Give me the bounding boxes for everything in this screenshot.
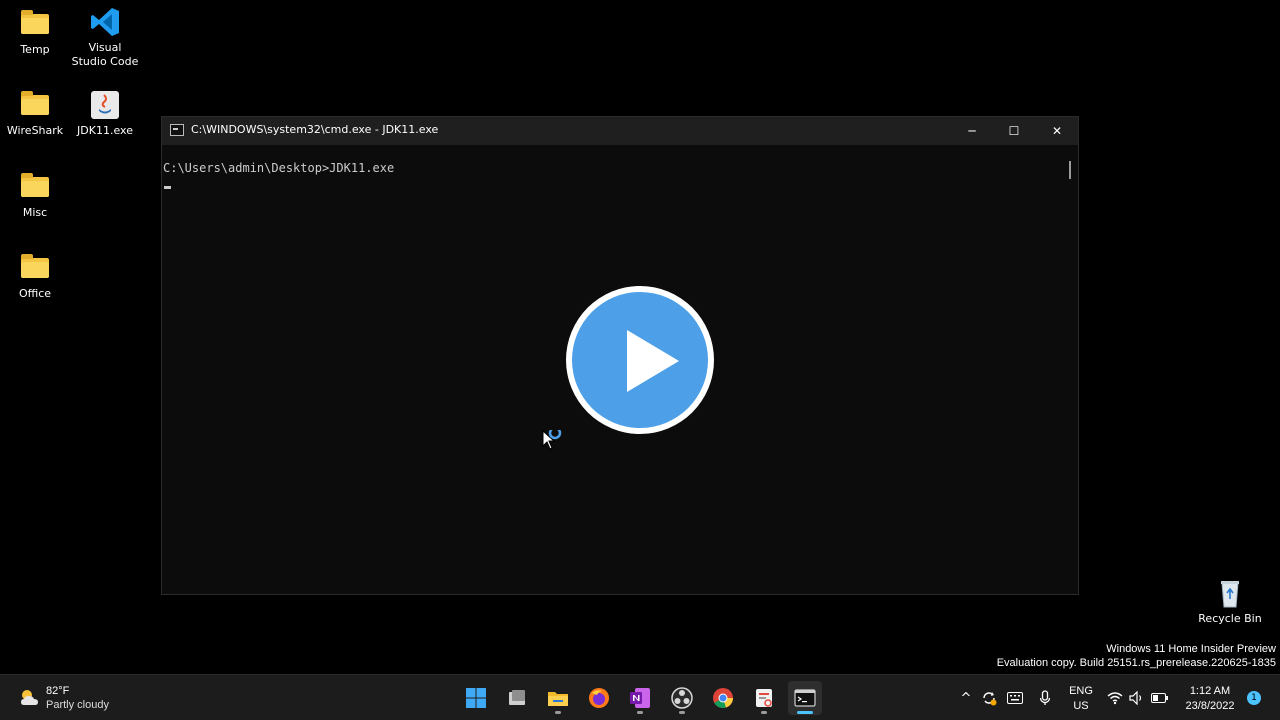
desktop-icon-vscode[interactable]: Visual Studio Code: [70, 6, 140, 69]
task-view-button[interactable]: [500, 681, 534, 715]
chrome-button[interactable]: [706, 681, 740, 715]
terminal-icon: [794, 689, 816, 707]
clock-date: 23/8/2022: [1185, 700, 1235, 712]
running-indicator: [761, 711, 767, 714]
minimize-button[interactable]: ─: [950, 117, 994, 145]
java-installer-icon: [89, 89, 121, 121]
onenote-icon: [630, 688, 650, 708]
play-icon: [572, 292, 708, 428]
folder-icon: [19, 252, 51, 284]
folder-icon: [19, 89, 51, 121]
desktop-icon-recycle-bin[interactable]: Recycle Bin: [1196, 577, 1264, 626]
desktop-icon-label: Recycle Bin: [1198, 612, 1262, 625]
obs-icon: [671, 687, 693, 709]
desktop-icon-label: Misc: [22, 206, 48, 219]
minimize-icon: ─: [968, 124, 976, 138]
clock-time: 1:12 AM: [1189, 685, 1231, 697]
vscode-icon: [89, 6, 121, 38]
desktop-icon-label: Visual Studio Code: [71, 41, 139, 68]
firefox-icon: [589, 688, 609, 708]
text-cursor: [164, 186, 171, 189]
sync-tray-button[interactable]: [980, 687, 998, 709]
weather-condition: Partly cloudy: [46, 699, 109, 711]
partly-cloudy-icon: [18, 687, 40, 707]
maximize-icon: ☐: [1008, 124, 1020, 138]
sync-icon: [983, 692, 997, 706]
desktop-icon-label: Temp: [20, 43, 50, 56]
volume-icon: [1129, 691, 1142, 705]
desktop-icon-wireshark[interactable]: WireShark: [0, 89, 70, 138]
evaluation-watermark: Windows 11 Home Insider Preview Evaluati…: [997, 642, 1276, 670]
language-code: ENG: [1069, 685, 1093, 697]
start-icon: [466, 688, 486, 708]
snipping-tool-button[interactable]: [747, 681, 781, 715]
desktop-icon-office[interactable]: Office: [0, 252, 70, 301]
desktop-icon-temp[interactable]: Temp: [0, 8, 70, 57]
microphone-icon: [1039, 690, 1051, 705]
prompt-line: C:\Users\admin\Desktop>JDK11.exe: [163, 161, 395, 175]
chevron-up-icon: ^: [960, 690, 972, 706]
play-button[interactable]: [566, 286, 714, 434]
window-titlebar[interactable]: C:\WINDOWS\system32\cmd.exe - JDK11.exe …: [162, 117, 1078, 145]
clock[interactable]: 1:12 AM 23/8/2022: [1178, 684, 1242, 714]
cmd-icon: [170, 124, 184, 136]
region-code: US: [1073, 700, 1089, 712]
obs-button[interactable]: [665, 681, 699, 715]
microphone-button[interactable]: [1036, 687, 1054, 709]
file-explorer-icon: [548, 692, 568, 706]
folder-icon: [19, 8, 51, 40]
running-indicator: [679, 711, 685, 714]
touch-keyboard-button[interactable]: [1006, 687, 1024, 709]
desktop-icon-label: Office: [18, 287, 52, 300]
show-hidden-icons-button[interactable]: ^: [958, 687, 974, 709]
wifi-icon: [1107, 692, 1123, 705]
file-explorer-button[interactable]: [541, 681, 575, 715]
close-icon: ✕: [1051, 124, 1063, 138]
window-title: C:\WINDOWS\system32\cmd.exe - JDK11.exe: [191, 123, 439, 136]
taskbar: 82°F Partly cloudy ^ ENG US 1:12 AM 23/8…: [0, 674, 1280, 720]
recycle-bin-icon: [1214, 577, 1246, 609]
chrome-icon: [713, 688, 733, 708]
weather-temperature: 82°F: [46, 685, 70, 697]
busy-cursor-icon: [542, 426, 566, 456]
watermark-line-2: Evaluation copy. Build 25151.rs_prerelea…: [996, 657, 1276, 669]
folder-icon: [19, 171, 51, 203]
onenote-button[interactable]: [623, 681, 657, 715]
watermark-line-1: Windows 11 Home Insider Preview: [1106, 643, 1276, 655]
snipping-tool-icon: [756, 689, 772, 707]
active-indicator: [797, 711, 813, 714]
battery-icon: [1151, 693, 1168, 703]
task-view-icon: [509, 690, 525, 705]
running-indicator: [555, 711, 561, 714]
desktop-icon-label: JDK11.exe: [77, 124, 133, 137]
notification-badge[interactable]: 1: [1247, 691, 1261, 705]
terminal-button[interactable]: [788, 681, 822, 715]
running-indicator: [637, 711, 643, 714]
desktop-icon-jdk11[interactable]: JDK11.exe: [70, 89, 140, 138]
desktop-icon-label: WireShark: [6, 124, 64, 137]
input-language-indicator[interactable]: ENG US: [1066, 684, 1096, 714]
scrollbar[interactable]: [1069, 161, 1071, 179]
quick-settings-button[interactable]: [1106, 687, 1170, 709]
start-button[interactable]: [459, 681, 493, 715]
firefox-button[interactable]: [582, 681, 616, 715]
close-button[interactable]: ✕: [1035, 117, 1079, 145]
maximize-button[interactable]: ☐: [992, 117, 1036, 145]
keyboard-icon: [1007, 692, 1023, 704]
desktop: Temp Visual Studio Code WireShark JDK11.…: [0, 0, 1280, 674]
desktop-icon-misc[interactable]: Misc: [0, 171, 70, 220]
